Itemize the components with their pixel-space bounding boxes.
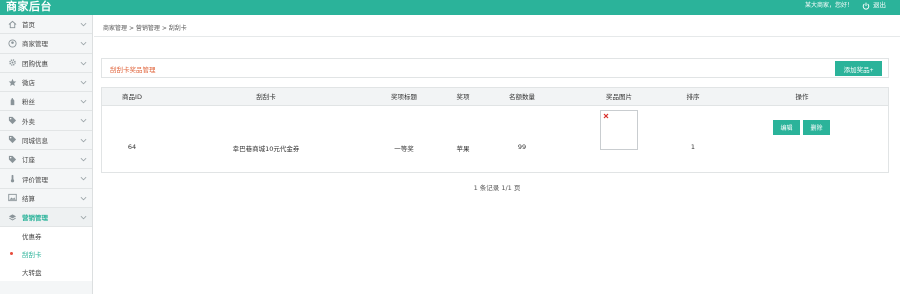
sidebar-item-label: 同城信息 [22,136,48,145]
sidebar-item-label: 粉丝 [22,98,35,107]
add-prize-button[interactable]: 添加奖品+ [835,61,882,76]
sidebar-item-marketing[interactable]: 营销管理 [0,207,92,228]
sidebar-item-microstore[interactable]: 微店 [0,73,92,93]
sidebar-item-groupbuy[interactable]: 团购优惠 [0,54,92,73]
chevron-down-icon [80,22,87,27]
breadcrumb: 商家管理 > 营销管理 > 刮刮卡 [103,23,187,32]
sidebar-item-reservation[interactable]: 订座 [0,150,92,170]
prize-table: 商品ID 刮刮卡 奖项标题 奖项 名额数量 奖品图片 排序 操作 64 幸巴巷商… [101,87,889,173]
sidebar-item-label: 订座 [22,156,35,165]
cell-card: 幸巴巷商城10元代金券 [232,145,300,153]
cell-id: 64 [127,143,137,151]
breadcrumb-link-merchant[interactable]: 商家管理 [103,25,127,32]
cell-quota: 99 [517,143,527,151]
gear-icon [8,58,17,67]
logout-button[interactable]: 退出 [862,0,886,11]
breadcrumb-separator: > [128,25,134,32]
user-circle-icon [8,39,17,48]
sidebar-item-settlement[interactable]: 结算 [0,189,92,208]
table-header: 商品ID 刮刮卡 奖项标题 奖项 名额数量 奖品图片 排序 操作 [102,88,888,106]
sidebar-item-home[interactable]: 首页 [0,15,92,35]
sidebar: 首页 商家管理 团购优惠 微店 粉丝 外卖 同城信息 订座 评价管理 结算 营销… [0,15,93,294]
column-header-actions: 操作 [795,93,809,101]
pagination-info: 1 条记录 1/1 页 [473,184,521,192]
sidebar-item-label: 团购优惠 [22,59,48,68]
column-header-card: 刮刮卡 [256,93,276,101]
chevron-down-icon [80,119,87,123]
sidebar-item-city-info[interactable]: 同城信息 [0,131,92,151]
column-header-image: 奖品图片 [606,93,632,101]
sidebar-item-label: 首页 [22,21,35,30]
star-icon [8,78,17,87]
sidebar-item-label: 营销管理 [22,214,48,223]
layers-icon [8,213,17,222]
chevron-down-icon [80,100,87,104]
tag-icon [8,135,17,144]
sidebar-subitem-label: 大转盘 [22,269,42,278]
home-icon [8,20,17,29]
column-header-prize: 奖项 [456,93,470,101]
sidebar-subitem-coupon[interactable]: 优惠券 [0,227,92,246]
column-header-id: 商品ID [122,93,142,101]
cell-prize-title: 一等奖 [394,145,414,153]
user-greeting: 某大商家，您好！ [804,2,853,9]
sidebar-item-reviews[interactable]: 评价管理 [0,169,92,189]
current-indicator [10,252,13,256]
sidebar-subitem-scratch-card[interactable]: 刮刮卡 [0,245,92,264]
column-header-sort: 排序 [686,93,700,101]
column-header-prize-title: 奖项标题 [391,93,417,101]
sidebar-item-takeout[interactable]: 外卖 [0,111,92,131]
sidebar-item-label: 结算 [22,194,35,203]
breadcrumb-separator: > [161,25,167,32]
sidebar-item-label: 外卖 [22,117,35,126]
chevron-down-icon [80,215,87,220]
breadcrumb-link-marketing[interactable]: 营销管理 [136,25,160,32]
thermometer-icon [8,174,17,183]
broken-image-icon [603,113,609,119]
divider [94,36,900,37]
delete-button[interactable]: 删除 [803,120,830,135]
hand-icon [8,97,17,106]
power-icon [862,2,870,10]
chevron-down-icon [80,80,87,85]
logout-label: 退出 [873,1,886,9]
tag-icon [8,116,17,125]
sidebar-item-label: 微店 [22,79,35,88]
panel-title: 刮刮卡奖品管理 [110,66,156,74]
sidebar-subitem-wheel[interactable]: 大转盘 [0,263,92,282]
sidebar-subitem-label: 优惠券 [22,233,42,242]
sidebar-subitem-label: 刮刮卡 [22,251,42,260]
chevron-down-icon [80,61,87,65]
panel-header: 刮刮卡奖品管理 添加奖品+ [101,58,889,78]
brand-title: 商家后台 [6,0,52,13]
sidebar-item-label: 商家管理 [22,40,48,49]
chevron-down-icon [80,196,87,201]
cell-sort: 1 [690,143,696,151]
image-icon [8,193,17,202]
breadcrumb-current: 刮刮卡 [168,25,187,32]
column-header-quota: 名额数量 [509,93,535,101]
chevron-down-icon [80,177,87,181]
chevron-down-icon [80,157,87,162]
sidebar-item-merchant[interactable]: 商家管理 [0,34,92,54]
top-bar: 商家后台 某大商家，您好！ 退出 [0,0,900,15]
tag-icon [8,155,17,164]
chevron-down-icon [80,42,87,46]
prize-image [600,110,638,150]
sidebar-item-fans[interactable]: 粉丝 [0,92,92,112]
edit-button[interactable]: 编辑 [773,120,800,135]
chevron-down-icon [80,138,87,143]
main-content: 商家管理 > 营销管理 > 刮刮卡 刮刮卡奖品管理 添加奖品+ 商品ID 刮刮卡… [94,15,900,294]
cell-prize: 苹果 [456,145,470,153]
sidebar-item-label: 评价管理 [22,175,48,184]
